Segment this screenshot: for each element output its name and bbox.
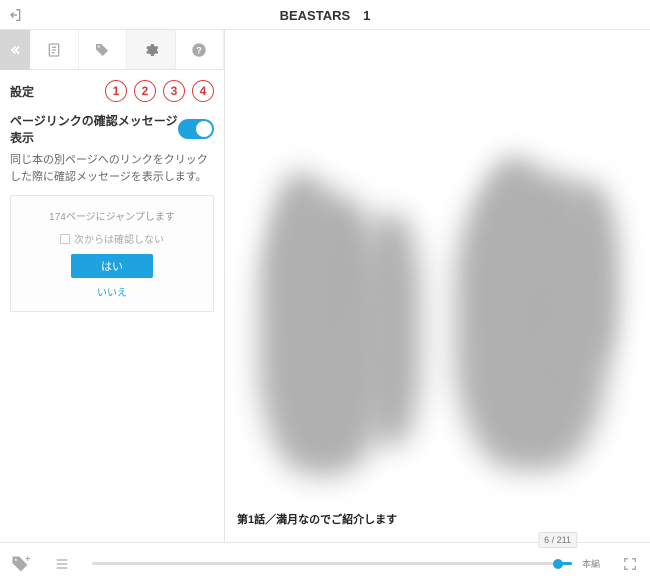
document-icon bbox=[46, 42, 62, 58]
badge-2: 2 bbox=[134, 80, 156, 102]
setting-label: ページリンクの確認メッセージ表示 bbox=[10, 112, 178, 146]
add-bookmark-button[interactable]: + bbox=[8, 552, 32, 576]
toggle-confirm-message[interactable] bbox=[178, 119, 214, 139]
page-slider[interactable]: 6 / 211 bbox=[92, 554, 572, 574]
badge-3: 3 bbox=[163, 80, 185, 102]
checkbox-icon bbox=[60, 234, 70, 244]
badge-1: 1 bbox=[105, 80, 127, 102]
exit-button[interactable] bbox=[0, 0, 30, 30]
tab-toc[interactable] bbox=[30, 30, 79, 69]
sidebar: ? 設定 1 2 3 4 ページリンクの確認メッセージ表示 bbox=[0, 30, 225, 542]
preview-dialog: 174ページにジャンプします 次からは確認しない はい いいえ bbox=[10, 195, 214, 312]
tag-icon bbox=[94, 42, 110, 58]
bottombar: + 6 / 211 本編 bbox=[0, 542, 650, 584]
expand-icon bbox=[622, 556, 638, 572]
page-view[interactable]: 第1話／満月なのでご紹介します bbox=[225, 30, 650, 542]
svg-text:?: ? bbox=[196, 45, 202, 55]
content-area[interactable]: 第1話／満月なのでご紹介します bbox=[225, 30, 650, 542]
page-image: 第1話／満月なのでご紹介します bbox=[225, 30, 650, 542]
panel-title: 設定 bbox=[10, 83, 34, 100]
svg-text:+: + bbox=[25, 554, 30, 564]
tab-bookmarks[interactable] bbox=[79, 30, 128, 69]
tab-settings[interactable] bbox=[127, 30, 176, 69]
page-caption: 第1話／満月なのでご紹介します bbox=[237, 511, 397, 527]
preview-yes-button: はい bbox=[71, 254, 153, 278]
menu-button[interactable] bbox=[50, 552, 74, 576]
menu-icon bbox=[54, 556, 70, 572]
tab-help[interactable]: ? bbox=[176, 30, 225, 69]
preview-checkbox-row: 次からは確認しない bbox=[21, 231, 203, 246]
preview-checkbox-label: 次からは確認しない bbox=[74, 231, 164, 246]
collapse-sidebar-button[interactable] bbox=[0, 30, 30, 70]
preview-no-button: いいえ bbox=[21, 284, 203, 299]
gear-icon bbox=[143, 42, 159, 58]
preview-message: 174ページにジャンプします bbox=[21, 208, 203, 223]
badge-4: 4 bbox=[192, 80, 214, 102]
fullscreen-button[interactable] bbox=[618, 552, 642, 576]
setting-description: 同じ本の別ページへのリンクをクリックした際に確認メッセージを表示します。 bbox=[10, 152, 214, 185]
help-icon: ? bbox=[191, 42, 207, 58]
book-title: BEASTARS 1 bbox=[30, 5, 620, 24]
slider-label: 本編 bbox=[582, 557, 600, 570]
topbar: BEASTARS 1 bbox=[0, 0, 650, 30]
page-indicator: 6 / 211 bbox=[538, 532, 577, 548]
